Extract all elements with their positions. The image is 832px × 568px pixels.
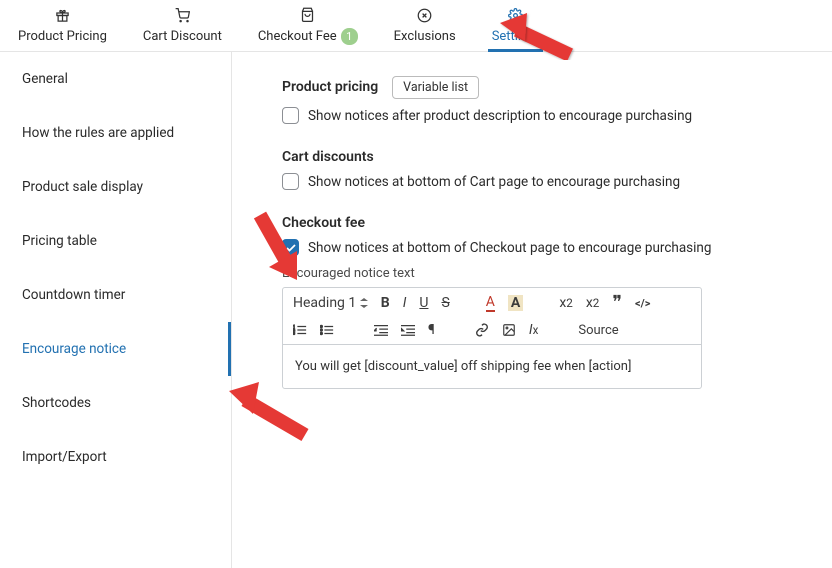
editor-toolbar: Heading 1 B I U S A A x2 x2 ❞ </> 123 bbox=[283, 288, 701, 345]
variable-list-link[interactable]: Variable list bbox=[392, 76, 479, 99]
content-panel: Product pricing Variable list Show notic… bbox=[232, 52, 832, 568]
sidebar-item-countdown[interactable]: Countdown timer bbox=[0, 268, 231, 322]
ol-icon[interactable]: 123 bbox=[293, 324, 307, 336]
settings-sidebar: General How the rules are applied Produc… bbox=[0, 52, 232, 568]
tab-checkout-fee[interactable]: Checkout Fee1 bbox=[240, 0, 376, 51]
bag-icon bbox=[300, 7, 315, 26]
gear-icon bbox=[508, 8, 523, 27]
subscript-icon[interactable]: x2 bbox=[559, 295, 573, 311]
cart-icon bbox=[175, 8, 190, 27]
bold-icon[interactable]: B bbox=[381, 295, 390, 311]
checkbox-product-notice[interactable] bbox=[282, 107, 299, 124]
sidebar-item-how-applied[interactable]: How the rules are applied bbox=[0, 106, 231, 160]
gift-icon bbox=[55, 8, 70, 27]
svg-text:3: 3 bbox=[293, 331, 295, 335]
quote-icon[interactable]: ❞ bbox=[612, 298, 622, 308]
checkbox-label: Show notices after product description t… bbox=[308, 108, 692, 124]
product-pricing-section: Product pricing Variable list Show notic… bbox=[282, 76, 798, 124]
tab-settings[interactable]: Settings bbox=[474, 0, 557, 51]
sidebar-item-import-export[interactable]: Import/Export bbox=[0, 430, 231, 484]
code-icon[interactable]: </> bbox=[635, 297, 650, 310]
sidebar-item-general[interactable]: General bbox=[0, 52, 231, 106]
heading-dropdown[interactable]: Heading 1 bbox=[293, 295, 368, 311]
tab-label: Checkout Fee1 bbox=[258, 28, 358, 45]
clear-format-icon[interactable]: Ix bbox=[529, 322, 539, 338]
tab-label: Settings bbox=[492, 29, 539, 44]
sidebar-item-encourage[interactable]: Encourage notice bbox=[0, 322, 231, 376]
source-button[interactable]: Source bbox=[578, 323, 618, 338]
paragraph-icon[interactable]: ¶ bbox=[428, 322, 435, 338]
strike-icon[interactable]: S bbox=[441, 295, 449, 311]
editor-label: Encouraged notice text bbox=[282, 266, 798, 281]
sidebar-item-shortcodes[interactable]: Shortcodes bbox=[0, 376, 231, 430]
checkbox-label: Show notices at bottom of Cart page to e… bbox=[308, 174, 680, 190]
section-label: Checkout fee bbox=[282, 215, 365, 231]
underline-icon[interactable]: U bbox=[419, 295, 428, 311]
top-tabs: Product Pricing Cart Discount Checkout F… bbox=[0, 0, 832, 52]
indent-icon[interactable] bbox=[401, 324, 415, 336]
italic-icon[interactable]: I bbox=[403, 295, 407, 311]
link-icon[interactable] bbox=[475, 323, 489, 337]
cart-discounts-section: Cart discounts Show notices at bottom of… bbox=[282, 146, 798, 190]
section-label: Cart discounts bbox=[282, 149, 374, 165]
tab-product-pricing[interactable]: Product Pricing bbox=[0, 0, 125, 51]
font-color-icon[interactable]: A bbox=[486, 294, 495, 312]
ul-icon[interactable] bbox=[320, 324, 334, 336]
tab-exclusions[interactable]: Exclusions bbox=[376, 0, 474, 51]
tab-cart-discount[interactable]: Cart Discount bbox=[125, 0, 240, 51]
x-circle-icon bbox=[417, 8, 432, 27]
image-icon[interactable] bbox=[502, 323, 516, 337]
checkout-fee-section: Checkout fee Show notices at bottom of C… bbox=[282, 212, 798, 389]
sidebar-item-sale-display[interactable]: Product sale display bbox=[0, 160, 231, 214]
badge: 1 bbox=[341, 28, 358, 45]
tab-label: Product Pricing bbox=[18, 29, 107, 44]
editor-content[interactable]: You will get [discount_value] off shippi… bbox=[283, 345, 701, 388]
bg-color-icon[interactable]: A bbox=[508, 295, 523, 311]
notice-editor: Heading 1 B I U S A A x2 x2 ❞ </> 123 bbox=[282, 287, 702, 389]
section-label: Product pricing bbox=[282, 79, 378, 95]
tab-label: Exclusions bbox=[394, 29, 456, 44]
checkbox-checkout-notice[interactable] bbox=[282, 239, 299, 256]
sidebar-item-pricing-table[interactable]: Pricing table bbox=[0, 214, 231, 268]
checkbox-cart-notice[interactable] bbox=[282, 173, 299, 190]
tab-label: Cart Discount bbox=[143, 29, 222, 44]
checkbox-label: Show notices at bottom of Checkout page … bbox=[308, 240, 711, 256]
outdent-icon[interactable] bbox=[374, 324, 388, 336]
superscript-icon[interactable]: x2 bbox=[586, 295, 600, 311]
